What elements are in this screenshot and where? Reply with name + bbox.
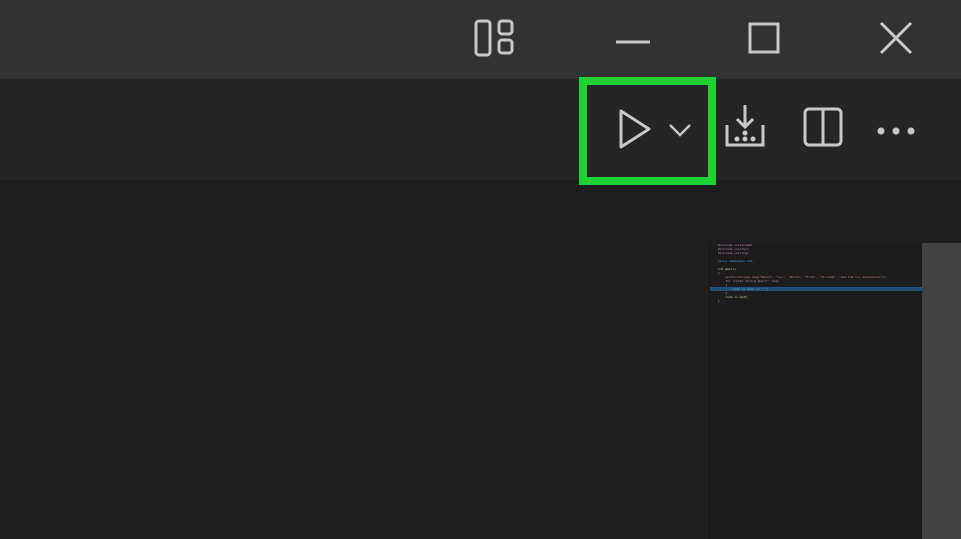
maximize-button[interactable] (724, 0, 804, 79)
minimap-line: } (718, 299, 720, 303)
title-bar (0, 0, 961, 79)
vertical-scrollbar[interactable] (922, 243, 961, 539)
more-actions-icon (876, 120, 916, 139)
editor-toolbar (0, 79, 961, 180)
download-button[interactable] (722, 105, 768, 151)
run-button-highlight (579, 77, 716, 185)
download-icon (723, 103, 767, 153)
split-editor-button[interactable] (801, 107, 845, 151)
maximize-icon (748, 22, 780, 58)
close-button[interactable] (856, 0, 936, 79)
more-actions-button[interactable] (874, 117, 918, 141)
layout-icon (474, 19, 516, 61)
customize-layout-button[interactable] (455, 0, 535, 79)
minimize-icon (615, 30, 651, 49)
split-editor-icon (803, 107, 843, 151)
minimap[interactable]: #include <iostream> #include <vector> #i… (709, 243, 923, 539)
close-icon (879, 21, 913, 59)
minimize-button[interactable] (593, 0, 673, 79)
